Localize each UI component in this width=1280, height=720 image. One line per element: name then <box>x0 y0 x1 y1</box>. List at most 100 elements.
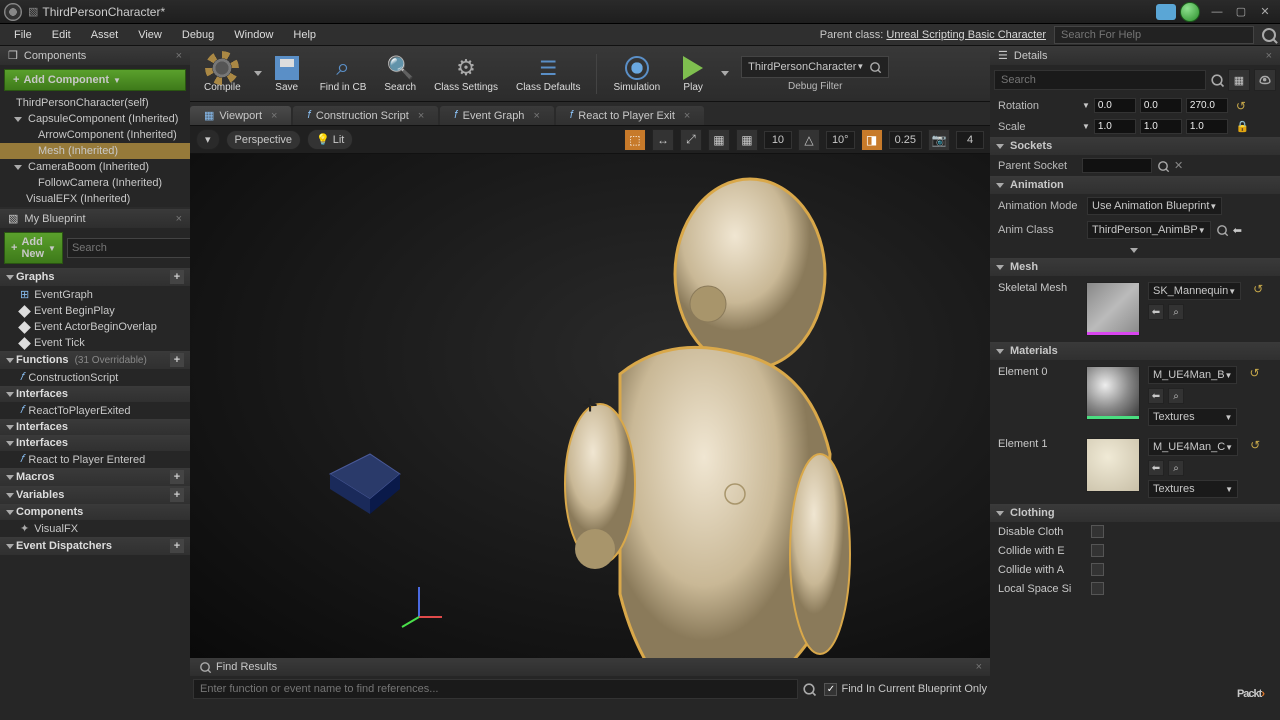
find-in-current-checkbox[interactable] <box>824 683 837 696</box>
search-icon[interactable] <box>1211 74 1222 85</box>
details-search-input[interactable] <box>994 70 1206 90</box>
parent-socket-input[interactable] <box>1082 158 1152 173</box>
textures-combo[interactable]: Textures▼ <box>1148 408 1237 426</box>
perspective-button[interactable]: Perspective <box>226 130 301 150</box>
scale-y[interactable] <box>1140 119 1182 134</box>
rotation-z[interactable] <box>1186 98 1228 113</box>
use-arrow-icon[interactable]: ⬅ <box>1148 388 1164 404</box>
material-combo[interactable]: M_UE4Man_C▼ <box>1148 438 1238 456</box>
browse-icon[interactable]: ⌕ <box>1168 388 1184 404</box>
source-control-icon[interactable] <box>1180 2 1200 22</box>
save-button[interactable]: Save <box>264 48 310 100</box>
3d-viewport[interactable]: ✛ <box>190 154 990 658</box>
add-icon[interactable]: + <box>170 353 184 367</box>
materials-category[interactable]: Materials <box>990 342 1280 360</box>
checkbox[interactable] <box>1091 544 1104 557</box>
viewport-options-button[interactable]: ▾ <box>196 129 220 150</box>
rotation-x[interactable] <box>1094 98 1136 113</box>
search-icon[interactable] <box>1158 161 1168 171</box>
list-item[interactable]: 𝑓 ConstructionScript <box>0 369 190 386</box>
find-input[interactable] <box>193 679 798 699</box>
close-icon[interactable]: × <box>176 50 182 62</box>
menu-debug[interactable]: Debug <box>172 27 224 43</box>
editor-tab[interactable]: 𝑓 Construction Script× <box>293 106 438 125</box>
scale-z[interactable] <box>1186 119 1228 134</box>
section-header[interactable]: Event Dispatchers+ <box>0 537 190 555</box>
list-item[interactable]: 𝑓 ReactToPlayerExited <box>0 402 190 419</box>
maximize-button[interactable]: ▢ <box>1230 3 1252 21</box>
mesh-category[interactable]: Mesh <box>990 258 1280 276</box>
scale-x[interactable] <box>1094 119 1136 134</box>
list-item[interactable]: 𝑓 React to Player Entered <box>0 451 190 468</box>
editor-tab[interactable]: ▦ Viewport× <box>190 106 291 125</box>
menu-file[interactable]: File <box>4 27 42 43</box>
minimize-button[interactable]: — <box>1206 3 1228 21</box>
close-button[interactable]: ✕ <box>1254 3 1276 21</box>
textures-combo[interactable]: Textures▼ <box>1148 480 1238 498</box>
compile-button[interactable]: Compile <box>196 48 249 100</box>
property-matrix-icon[interactable]: ▦ <box>1228 69 1250 91</box>
editor-tab[interactable]: 𝑓 Event Graph× <box>440 106 554 125</box>
add-icon[interactable]: + <box>170 470 184 484</box>
browse-icon[interactable]: ⌕ <box>1168 460 1184 476</box>
list-item[interactable]: Event Tick <box>0 335 190 351</box>
reset-icon[interactable]: ↺ <box>1253 282 1263 296</box>
add-component-button[interactable]: +Add Component▼ <box>4 69 186 91</box>
reset-icon[interactable]: ↺ <box>1236 99 1246 113</box>
lit-mode-button[interactable]: 💡 Lit <box>307 129 353 150</box>
angle-snap-value[interactable]: 10° <box>826 131 855 149</box>
component-tree-item[interactable]: FollowCamera (Inherited) <box>0 175 190 191</box>
search-button[interactable]: 🔍Search <box>376 48 424 100</box>
section-header[interactable]: Functions(31 Overridable)+ <box>0 351 190 369</box>
close-icon[interactable]: × <box>684 110 690 122</box>
add-icon[interactable]: + <box>170 270 184 284</box>
simulation-button[interactable]: Simulation <box>605 48 668 100</box>
component-tree-item[interactable]: Mesh (Inherited) <box>0 143 190 159</box>
material-thumbnail[interactable] <box>1086 366 1140 420</box>
select-mode-icon[interactable]: ⬚ <box>624 129 646 151</box>
rotation-y[interactable] <box>1140 98 1182 113</box>
reset-icon[interactable]: ↺ <box>1249 366 1259 380</box>
reset-icon[interactable]: ↺ <box>1250 438 1260 452</box>
close-icon[interactable]: × <box>271 110 277 122</box>
play-button[interactable]: Play <box>670 48 716 100</box>
section-header[interactable]: Variables+ <box>0 486 190 504</box>
class-settings-button[interactable]: ⚙Class Settings <box>426 48 506 100</box>
search-icon[interactable] <box>1262 28 1276 42</box>
camera-speed-value[interactable]: 4 <box>956 131 984 149</box>
clothing-category[interactable]: Clothing <box>990 504 1280 522</box>
search-icon[interactable] <box>804 683 815 694</box>
close-icon[interactable]: × <box>976 661 982 673</box>
debug-object-selector[interactable]: ThirdPersonCharacter▼ <box>741 56 889 78</box>
component-tree-item[interactable]: ArrowComponent (Inherited) <box>0 127 190 143</box>
class-defaults-button[interactable]: ☰Class Defaults <box>508 48 588 100</box>
editor-tab[interactable]: 𝑓 React to Player Exit× <box>556 106 704 125</box>
mesh-asset-combo[interactable]: SK_Mannequin▼ <box>1148 282 1241 300</box>
section-header[interactable]: Macros+ <box>0 468 190 486</box>
scale-snap-value[interactable]: 0.25 <box>889 131 922 149</box>
material-thumbnail[interactable] <box>1086 438 1140 492</box>
checkbox[interactable] <box>1091 563 1104 576</box>
sockets-category[interactable]: Sockets <box>990 137 1280 155</box>
anim-mode-combo[interactable]: Use Animation Blueprint▼ <box>1087 197 1222 215</box>
back-arrow-icon[interactable]: ⬅ <box>1233 224 1242 237</box>
anim-class-combo[interactable]: ThirdPerson_AnimBP▼ <box>1087 221 1211 239</box>
list-item[interactable]: Event BeginPlay <box>0 303 190 319</box>
clear-icon[interactable]: ✕ <box>1174 159 1183 172</box>
menu-asset[interactable]: Asset <box>81 27 129 43</box>
scale-mode-icon[interactable]: ▦ <box>708 129 730 151</box>
add-new-button[interactable]: +Add New▼ <box>4 232 63 264</box>
add-icon[interactable]: + <box>170 488 184 502</box>
translate-mode-icon[interactable]: ↔ <box>652 129 674 151</box>
chevron-down-icon[interactable] <box>254 71 262 76</box>
list-item[interactable]: ⊞ EventGraph <box>0 286 190 303</box>
animation-category[interactable]: Animation <box>990 176 1280 194</box>
section-header[interactable]: Interfaces <box>0 435 190 451</box>
material-combo[interactable]: M_UE4Man_B▼ <box>1148 366 1237 384</box>
parent-class-link[interactable]: Unreal Scripting Basic Character <box>886 29 1046 41</box>
checkbox[interactable] <box>1091 525 1104 538</box>
camera-speed-icon[interactable]: 📷 <box>928 129 950 151</box>
rotate-mode-icon[interactable]: ⤢ <box>680 129 702 151</box>
list-item[interactable]: ✦ VisualFX <box>0 520 190 537</box>
snap-grid-icon[interactable]: ▦ <box>736 129 758 151</box>
